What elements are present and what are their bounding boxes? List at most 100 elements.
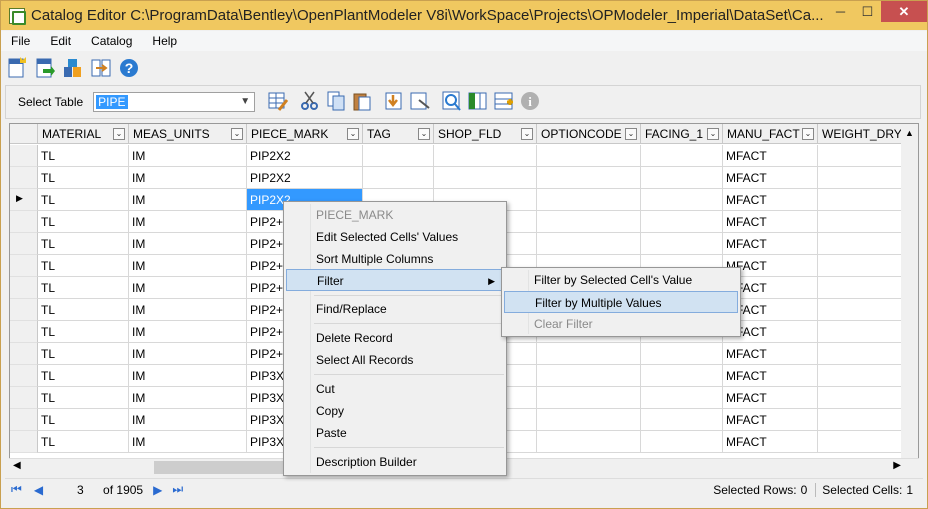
table-cell[interactable]	[641, 431, 723, 453]
next-record-icon[interactable]: ▶	[153, 483, 162, 497]
menu-item-paste[interactable]: Paste	[286, 422, 504, 444]
table-cell[interactable]: TL	[38, 277, 129, 299]
table-cell[interactable]: MFACT	[723, 189, 818, 211]
menu-item-cut[interactable]: Cut	[286, 378, 504, 400]
table-cell[interactable]: IM	[129, 321, 247, 343]
columns-icon[interactable]	[466, 89, 490, 113]
menu-item-filter[interactable]: Filter ▶	[286, 269, 504, 291]
table-cell[interactable]: MFACT	[723, 365, 818, 387]
scroll-left-icon[interactable]: ◀	[13, 460, 21, 471]
table-cell[interactable]: TL	[38, 343, 129, 365]
table-cell[interactable]	[641, 211, 723, 233]
column-header-shop-fld[interactable]: SHOP_FLD ⌄	[434, 124, 537, 144]
table-cell[interactable]: TL	[38, 387, 129, 409]
row-header[interactable]: ▶	[10, 189, 38, 211]
menu-item-filter-by-selected[interactable]: Filter by Selected Cell's Value	[504, 269, 738, 291]
column-header-material[interactable]: MATERIAL ⌄	[38, 124, 129, 144]
table-cell[interactable]: TL	[38, 409, 129, 431]
menu-file[interactable]: File	[1, 34, 40, 48]
column-header-piece-mark[interactable]: PIECE_MARK ⌄	[247, 124, 363, 144]
table-cell[interactable]: TL	[38, 189, 129, 211]
table-cell[interactable]: MFACT	[723, 211, 818, 233]
column-filter-dropdown-icon[interactable]: ⌄	[113, 128, 125, 140]
table-cell[interactable]: TL	[38, 321, 129, 343]
table-cell[interactable]: IM	[129, 255, 247, 277]
menu-item-select-all[interactable]: Select All Records	[286, 349, 504, 371]
table-cell[interactable]	[641, 145, 723, 167]
new-catalog-icon[interactable]	[5, 56, 29, 80]
table-cell[interactable]	[537, 343, 641, 365]
info-icon[interactable]: i	[518, 89, 542, 113]
menu-item-delete-record[interactable]: Delete Record	[286, 327, 504, 349]
row-header[interactable]	[10, 277, 38, 299]
row-header[interactable]	[10, 211, 38, 233]
table-cell[interactable]: MFACT	[723, 409, 818, 431]
table-cell[interactable]: TL	[38, 167, 129, 189]
title-bar[interactable]: Catalog Editor C:\ProgramData\Bentley\Op…	[1, 1, 927, 30]
table-cell[interactable]: MFACT	[723, 167, 818, 189]
table-cell[interactable]: IM	[129, 431, 247, 453]
table-cell[interactable]: IM	[129, 233, 247, 255]
table-cell[interactable]	[537, 167, 641, 189]
column-filter-dropdown-icon[interactable]: ⌄	[231, 128, 243, 140]
table-cell[interactable]	[641, 387, 723, 409]
menu-help[interactable]: Help	[142, 34, 187, 48]
table-cell[interactable]	[434, 145, 537, 167]
table-cell[interactable]: IM	[129, 277, 247, 299]
table-cell[interactable]: TL	[38, 211, 129, 233]
open-catalog-icon[interactable]	[33, 56, 57, 80]
menu-item-filter-by-multiple[interactable]: Filter by Multiple Values	[504, 291, 738, 313]
table-cell[interactable]: IM	[129, 299, 247, 321]
table-cell[interactable]: MFACT	[723, 431, 818, 453]
table-cell[interactable]	[434, 167, 537, 189]
row-header[interactable]	[10, 255, 38, 277]
maximize-button[interactable]: ☐	[854, 1, 881, 22]
table-cell[interactable]	[363, 167, 434, 189]
first-record-icon[interactable]: ⏮	[11, 482, 22, 497]
table-cell[interactable]	[537, 233, 641, 255]
table-cell[interactable]	[641, 233, 723, 255]
scrollbar-thumb[interactable]	[154, 461, 299, 474]
close-button[interactable]: ✕	[881, 1, 927, 22]
select-table-dropdown[interactable]: PIPE ▼	[93, 92, 256, 112]
table-cell[interactable]: IM	[129, 409, 247, 431]
table-cell[interactable]: PIP2X2	[247, 167, 363, 189]
row-header[interactable]	[10, 299, 38, 321]
scroll-right-icon[interactable]: ▶	[893, 460, 901, 471]
components-icon[interactable]	[61, 56, 85, 80]
export-icon[interactable]	[408, 89, 432, 113]
menu-catalog[interactable]: Catalog	[81, 34, 142, 48]
table-cell[interactable]: TL	[38, 431, 129, 453]
add-record-icon[interactable]	[492, 89, 516, 113]
table-cell[interactable]	[641, 189, 723, 211]
table-cell[interactable]: MFACT	[723, 343, 818, 365]
last-record-icon[interactable]: ⏭	[172, 482, 183, 497]
edit-table-icon[interactable]	[266, 89, 290, 113]
help-icon[interactable]: ?	[117, 56, 141, 80]
column-header-tag[interactable]: TAG ⌄	[363, 124, 434, 144]
row-header[interactable]	[10, 321, 38, 343]
paste-icon[interactable]	[350, 89, 374, 113]
table-cell[interactable]: MFACT	[723, 387, 818, 409]
table-cell[interactable]	[641, 409, 723, 431]
menu-item-clear-filter[interactable]: Clear Filter	[504, 313, 738, 335]
column-filter-dropdown-icon[interactable]: ⌄	[625, 128, 637, 140]
table-cell[interactable]: IM	[129, 365, 247, 387]
table-cell[interactable]	[537, 409, 641, 431]
table-cell[interactable]	[641, 365, 723, 387]
table-cell[interactable]: TL	[38, 365, 129, 387]
column-filter-dropdown-icon[interactable]: ⌄	[707, 128, 719, 140]
table-cell[interactable]: TL	[38, 255, 129, 277]
table-cell[interactable]	[537, 387, 641, 409]
table-cell[interactable]: IM	[129, 387, 247, 409]
grid-corner-header[interactable]	[10, 124, 38, 144]
table-cell[interactable]: IM	[129, 189, 247, 211]
row-header[interactable]	[10, 167, 38, 189]
vertical-scrollbar[interactable]: ▲▼	[901, 124, 918, 474]
row-header[interactable]	[10, 233, 38, 255]
table-cell[interactable]	[641, 343, 723, 365]
table-cell[interactable]: MFACT	[723, 233, 818, 255]
menu-item-edit-selected[interactable]: Edit Selected Cells' Values	[286, 226, 504, 248]
menu-item-sort-multiple[interactable]: Sort Multiple Columns	[286, 248, 504, 270]
table-cell[interactable]	[363, 145, 434, 167]
